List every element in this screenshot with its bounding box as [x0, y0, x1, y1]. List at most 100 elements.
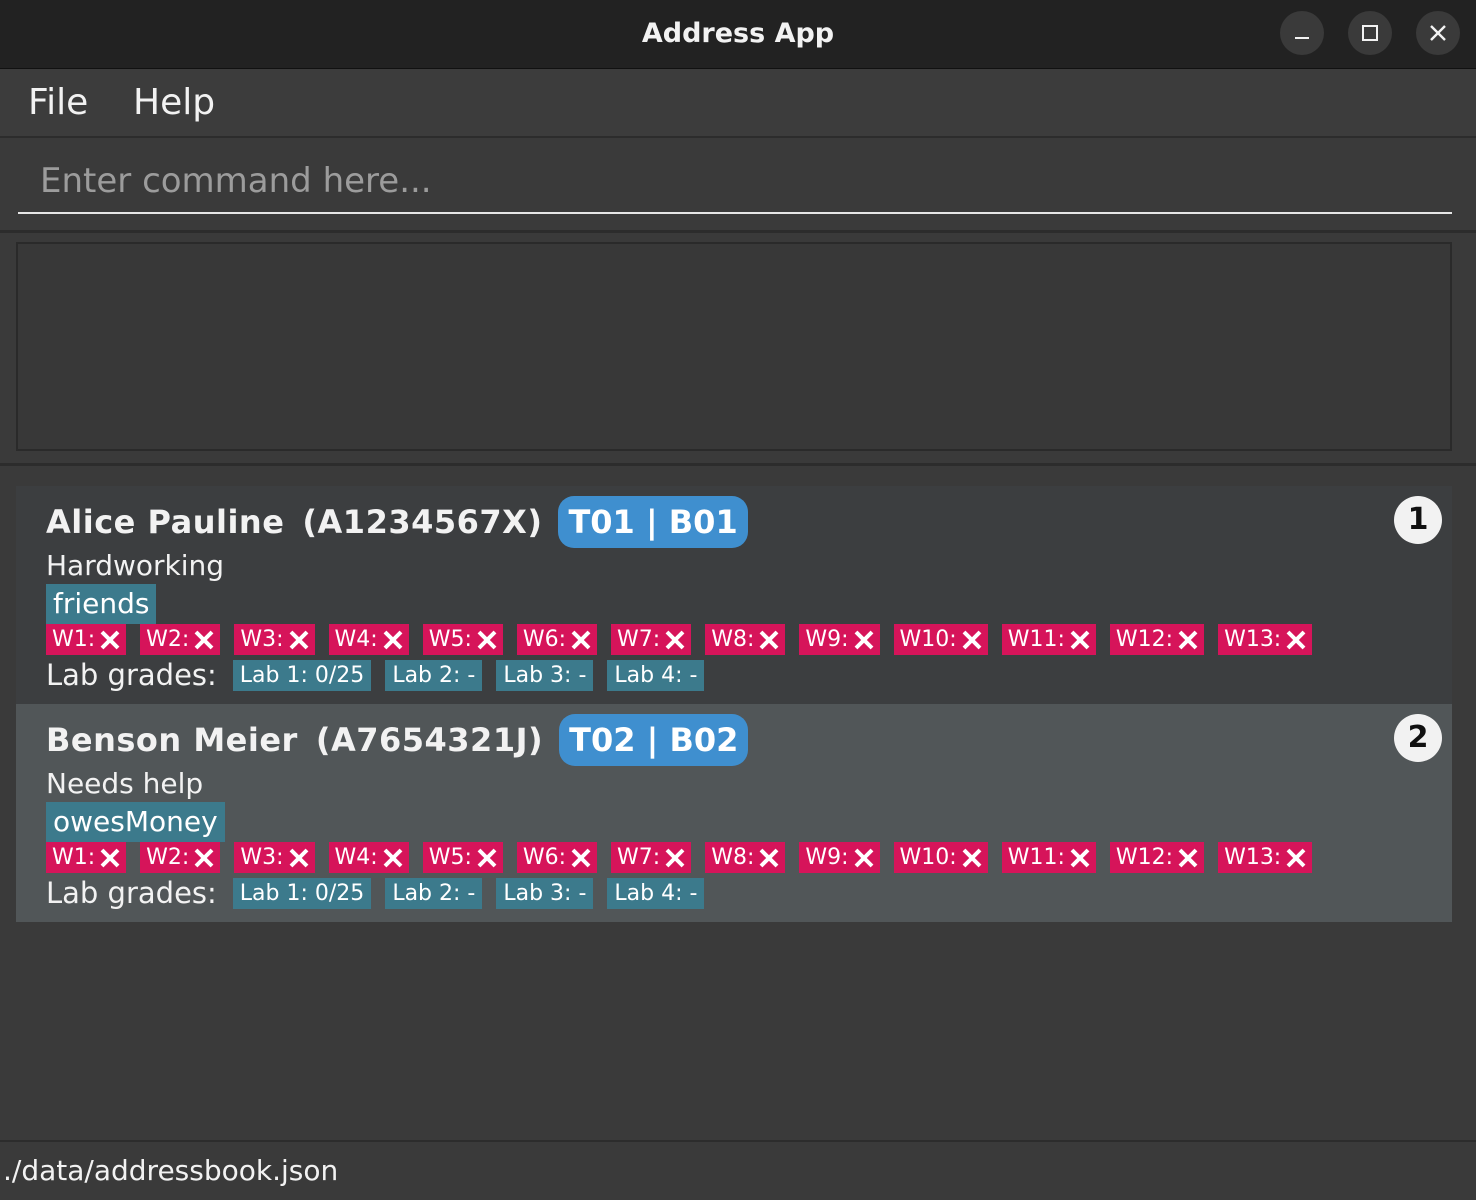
person-name: Alice Pauline — [46, 503, 285, 541]
cross-icon — [194, 848, 214, 867]
week-attendance: W12: — [1109, 842, 1205, 873]
person-remark: Hardworking — [46, 549, 225, 582]
group-badge: T01 | B01 — [558, 496, 748, 548]
cross-icon — [1178, 630, 1198, 649]
lab-grade: Lab 2: - — [385, 877, 483, 909]
week-attendance: W2: — [140, 842, 221, 873]
attendance-row: W1: W2: W3: W4: W5: W6: W7: W8: W9: W10:… — [46, 842, 1326, 873]
cross-icon — [571, 630, 591, 649]
week-label: W7: — [617, 627, 661, 652]
week-label: W1: — [52, 845, 96, 870]
cross-icon — [1070, 848, 1090, 867]
cross-icon — [854, 630, 873, 649]
attendance-row: W1: W2: W3: W4: W5: W6: W7: W8: W9: W10:… — [46, 624, 1326, 655]
week-label: W8: — [711, 627, 755, 652]
week-label: W5: — [428, 627, 472, 652]
week-label: W9: — [805, 845, 849, 870]
week-attendance: W7: — [611, 842, 692, 873]
week-attendance: W6: — [516, 842, 598, 873]
week-attendance: W8: — [705, 624, 786, 655]
app-window: Address App File Help Enter command here… — [0, 0, 1476, 1200]
lab-grade: Lab 3: - — [496, 877, 594, 909]
week-attendance: W7: — [611, 624, 692, 655]
week-attendance: W5: — [422, 842, 503, 873]
lab-grades-label: Lab grades: — [46, 658, 217, 692]
cross-icon — [759, 848, 779, 867]
person-card[interactable]: Benson Meier (A7654321J) T02 | B02 2 Nee… — [16, 704, 1452, 922]
week-attendance: W6: — [516, 624, 598, 655]
cross-icon — [1178, 848, 1198, 867]
minimize-button[interactable] — [1280, 11, 1324, 55]
cross-icon — [962, 848, 982, 867]
cross-icon — [571, 848, 591, 867]
close-button[interactable] — [1416, 11, 1460, 55]
week-attendance: W8: — [705, 842, 786, 873]
index-badge: 2 — [1394, 714, 1442, 762]
cross-icon — [1286, 630, 1306, 649]
cross-icon — [289, 630, 308, 649]
menu-help[interactable]: Help — [133, 69, 215, 136]
lab-grades-row: Lab grades: Lab 1: 0/25 Lab 2: - Lab 3: … — [46, 658, 718, 692]
person-list[interactable]: Alice Pauline (A1234567X) T01 | B01 1 Ha… — [16, 486, 1452, 922]
week-label: W7: — [617, 845, 661, 870]
cross-icon — [383, 630, 403, 649]
lab-grade: Lab 4: - — [607, 659, 705, 691]
week-label: W11: — [1007, 845, 1065, 870]
title-bar: Address App — [0, 0, 1476, 69]
week-attendance: W10: — [893, 624, 988, 655]
lab-grade: Lab 1: 0/25 — [232, 877, 372, 909]
cross-icon — [194, 630, 214, 649]
cross-icon — [100, 848, 120, 867]
lab-grade: Lab 3: - — [496, 659, 594, 691]
person-card[interactable]: Alice Pauline (A1234567X) T01 | B01 1 Ha… — [16, 486, 1452, 704]
command-box — [0, 138, 1476, 233]
week-label: W13: — [1224, 845, 1282, 870]
week-label: W11: — [1007, 627, 1065, 652]
close-icon — [1430, 25, 1446, 41]
cross-icon — [477, 848, 497, 867]
group-badge: T02 | B02 — [559, 714, 749, 766]
cross-icon — [1070, 630, 1090, 649]
week-attendance: W13: — [1218, 842, 1313, 873]
week-attendance: W3: — [234, 842, 315, 873]
tag-label: friends — [46, 584, 157, 624]
week-attendance: W12: — [1109, 624, 1205, 655]
week-attendance: W1: — [46, 842, 127, 873]
menu-file[interactable]: File — [28, 69, 88, 136]
week-label: W10: — [899, 845, 957, 870]
person-remark: Needs help — [46, 767, 204, 800]
cross-icon — [665, 848, 685, 867]
cross-icon — [759, 630, 779, 649]
week-label: W9: — [805, 627, 849, 652]
week-label: W2: — [146, 845, 190, 870]
week-attendance: W4: — [328, 842, 409, 873]
menu-bar: File Help — [0, 69, 1476, 138]
cross-icon — [962, 630, 982, 649]
maximize-button[interactable] — [1348, 11, 1392, 55]
week-attendance: W4: — [328, 624, 409, 655]
student-id: (A1234567X) — [302, 503, 543, 541]
cross-icon — [854, 848, 873, 867]
index-badge: 1 — [1394, 496, 1442, 544]
week-label: W10: — [899, 627, 957, 652]
week-label: W2: — [146, 627, 190, 652]
week-attendance: W9: — [799, 624, 880, 655]
week-label: W8: — [711, 845, 755, 870]
status-bar: ./data/addressbook.json — [0, 1140, 1476, 1200]
week-attendance: W5: — [422, 624, 503, 655]
cross-icon — [289, 848, 308, 867]
cross-icon — [1286, 848, 1306, 867]
week-attendance: W11: — [1001, 624, 1096, 655]
week-label: W5: — [428, 845, 472, 870]
maximize-icon — [1362, 25, 1378, 41]
command-input[interactable] — [18, 150, 1452, 214]
cross-icon — [100, 630, 120, 649]
student-id: (A7654321J) — [315, 721, 544, 759]
week-attendance: W3: — [234, 624, 315, 655]
result-panel — [0, 233, 1476, 466]
week-label: W3: — [240, 845, 284, 870]
week-label: W1: — [52, 627, 96, 652]
result-display[interactable] — [16, 242, 1452, 451]
week-label: W12: — [1115, 627, 1174, 652]
week-label: W6: — [522, 627, 567, 652]
